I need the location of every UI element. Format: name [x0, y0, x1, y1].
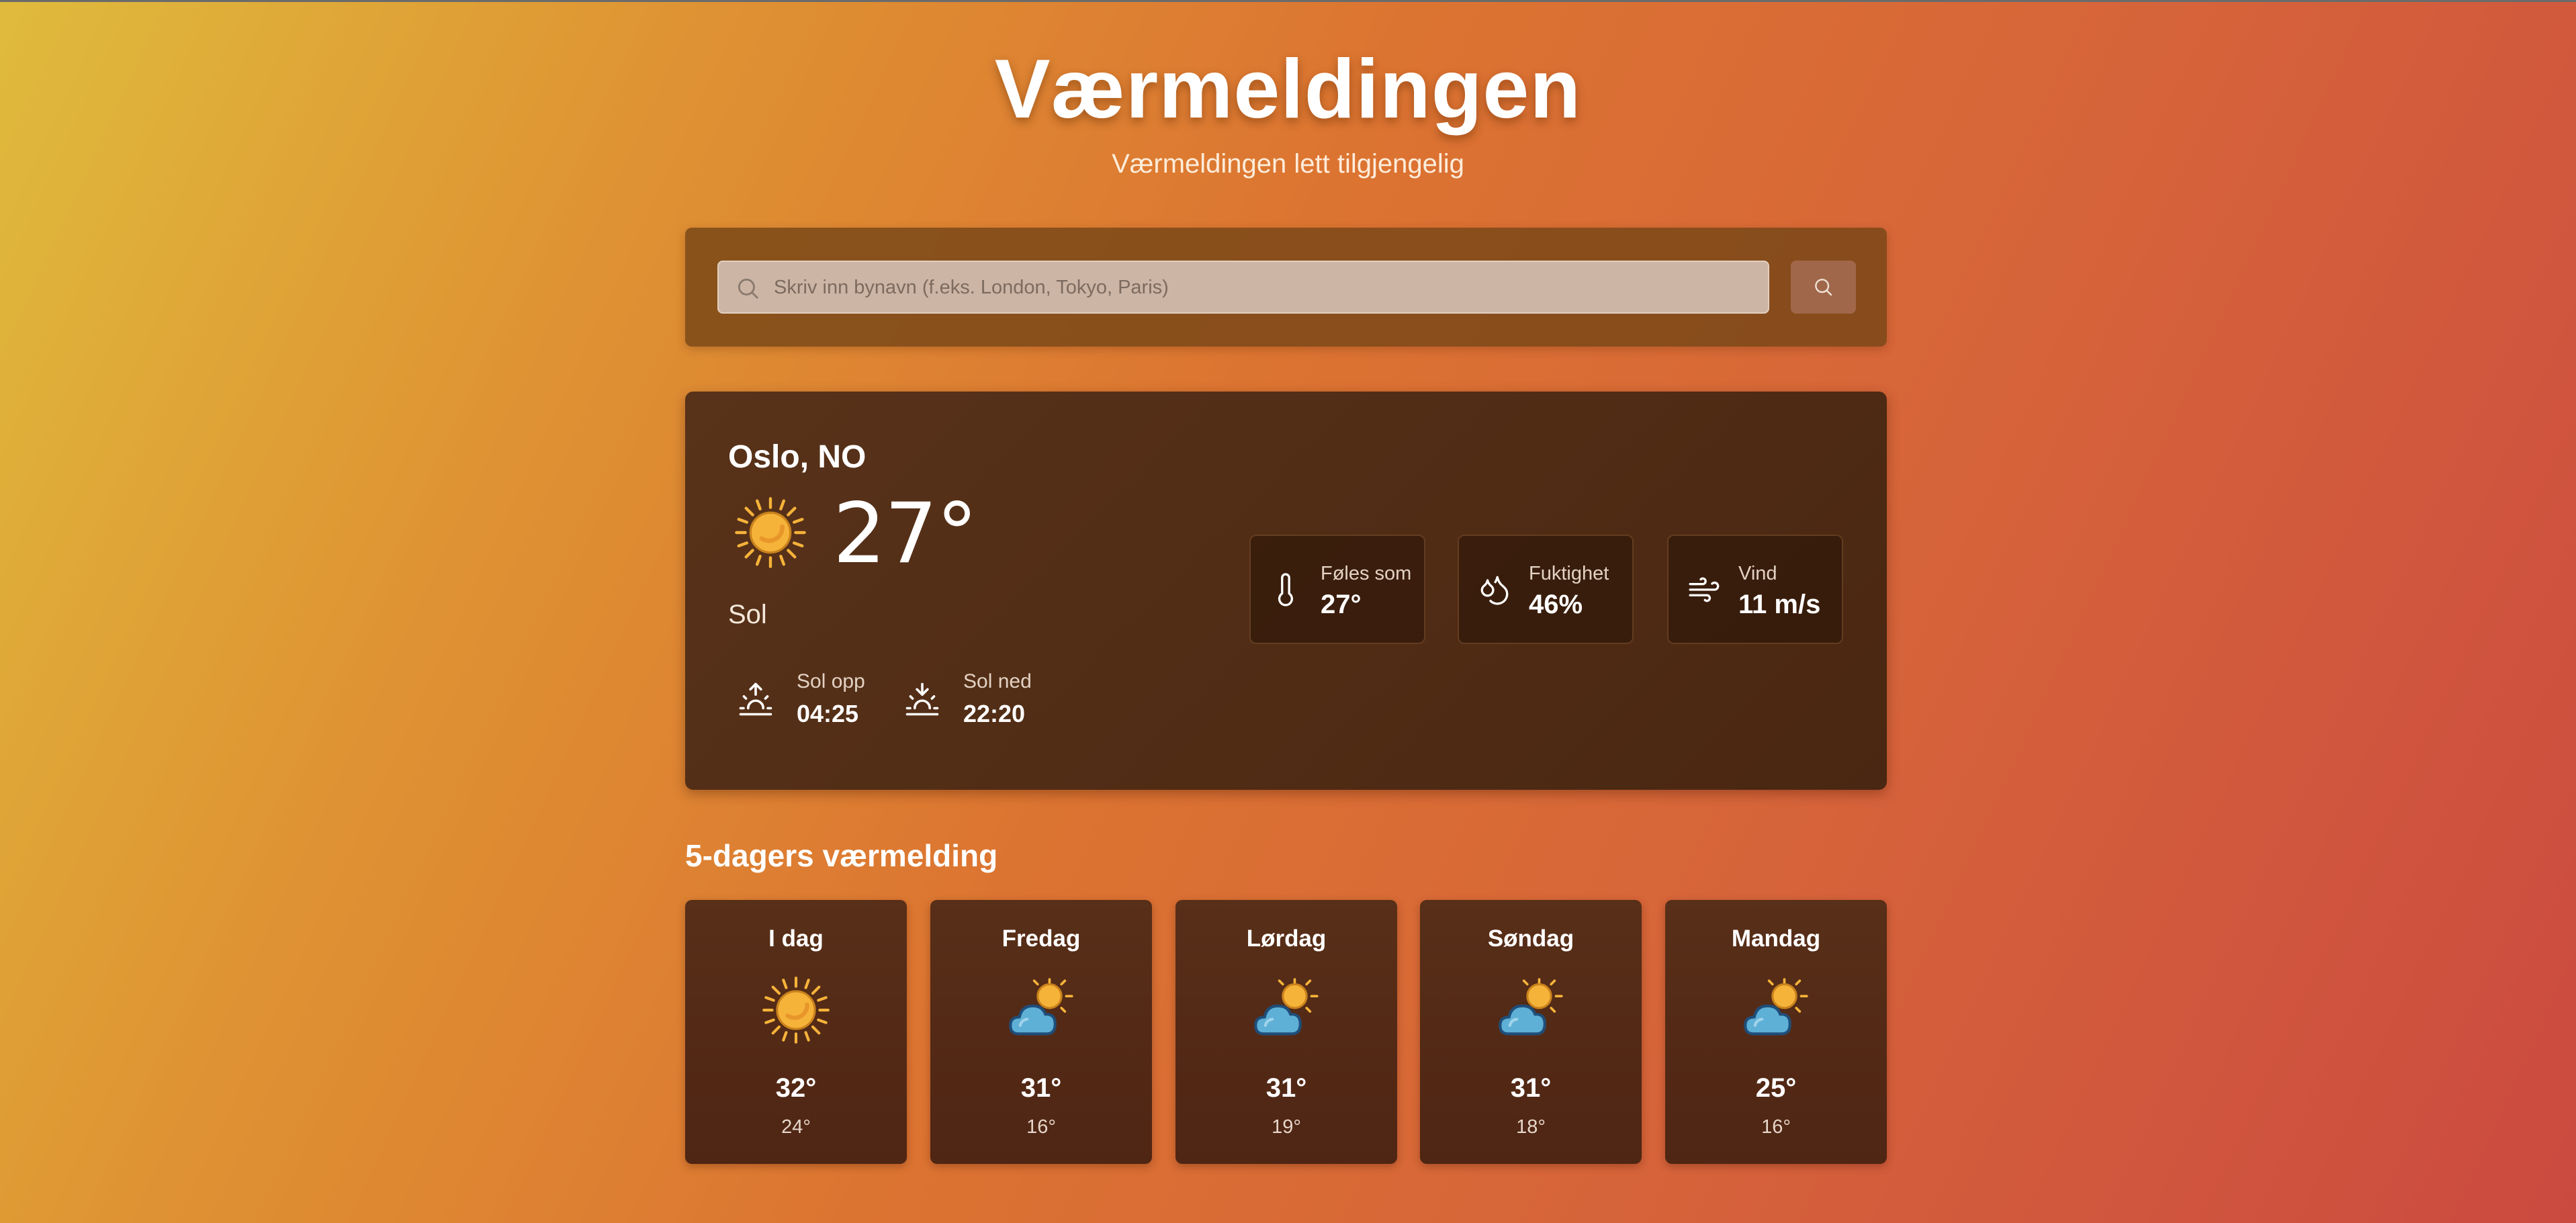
partly-cloudy-icon — [1251, 975, 1321, 1045]
forecast-title: 5-dagers værmelding — [685, 838, 998, 873]
search-button[interactable] — [1791, 261, 1856, 314]
day-low: 24° — [781, 1116, 811, 1138]
day-name: Mandag — [1731, 925, 1821, 952]
current-weather-card: Oslo, NO 27° Sol Sol opp 04:25 Sol ned 2… — [685, 392, 1887, 790]
forecast-day: Søndag 31° 18° — [1420, 900, 1642, 1164]
humidity-stat: Fuktighet 46% — [1458, 535, 1634, 644]
search-icon — [1815, 279, 1832, 296]
page-title: Værmeldingen — [994, 43, 1582, 136]
partly-cloudy-icon — [1496, 975, 1566, 1045]
sunrise-time: 04:25 — [797, 700, 859, 727]
wind-icon — [1689, 577, 1720, 602]
weather-condition: Sol — [728, 600, 767, 629]
feels-like-label: Føles som — [1321, 563, 1412, 584]
day-low: 16° — [1761, 1116, 1791, 1138]
wind-label: Vind — [1738, 563, 1777, 584]
droplets-icon — [1480, 576, 1509, 605]
day-high: 32° — [775, 1073, 817, 1103]
day-name: Søndag — [1487, 925, 1574, 952]
forecast-day: Mandag 25° 16° — [1665, 900, 1887, 1164]
page-subtitle: Værmeldingen lett tilgjengelig — [1112, 149, 1464, 179]
partly-cloudy-icon — [1741, 975, 1811, 1045]
forecast-day: Lørdag 31° 19° — [1175, 900, 1397, 1164]
day-low: 19° — [1272, 1116, 1301, 1138]
search-field[interactable] — [717, 261, 1769, 314]
forecast-day: Fredag 31° 16° — [930, 900, 1152, 1164]
top-border — [0, 0, 2576, 2]
sun-icon — [734, 496, 807, 570]
sunset-label: Sol ned — [963, 670, 1032, 692]
feels-like-stat: Føles som 27° — [1249, 535, 1425, 644]
day-name: I dag — [768, 925, 824, 952]
sunset-info: Sol ned 22:20 — [904, 670, 1052, 731]
sunrise-icon — [739, 682, 772, 716]
thermometer-icon — [1278, 573, 1293, 606]
current-temperature: 27° — [833, 486, 978, 582]
forecast-day: I dag 32° 24° — [685, 900, 907, 1164]
search-icon — [738, 278, 758, 299]
search-input[interactable] — [772, 262, 1763, 314]
day-name: Fredag — [1002, 925, 1081, 952]
day-high: 25° — [1755, 1073, 1797, 1103]
humidity-value: 46% — [1529, 590, 1583, 619]
partly-cloudy-icon — [1006, 975, 1076, 1045]
sunset-time: 22:20 — [963, 700, 1026, 727]
day-high: 31° — [1510, 1073, 1552, 1103]
sunrise-info: Sol opp 04:25 — [738, 670, 885, 731]
day-high: 31° — [1020, 1073, 1062, 1103]
day-high: 31° — [1265, 1073, 1307, 1103]
wind-stat: Vind 11 m/s — [1667, 535, 1843, 644]
location-name: Oslo, NO — [728, 439, 867, 475]
day-low: 18° — [1516, 1116, 1546, 1138]
sunset-icon — [905, 682, 939, 716]
day-low: 16° — [1026, 1116, 1056, 1138]
search-card — [685, 228, 1887, 347]
sunrise-label: Sol opp — [797, 670, 865, 692]
wind-value: 11 m/s — [1738, 590, 1821, 619]
feels-like-value: 27° — [1321, 590, 1362, 619]
day-name: Lørdag — [1246, 925, 1327, 952]
sun-icon — [761, 975, 831, 1045]
humidity-label: Fuktighet — [1529, 563, 1609, 584]
